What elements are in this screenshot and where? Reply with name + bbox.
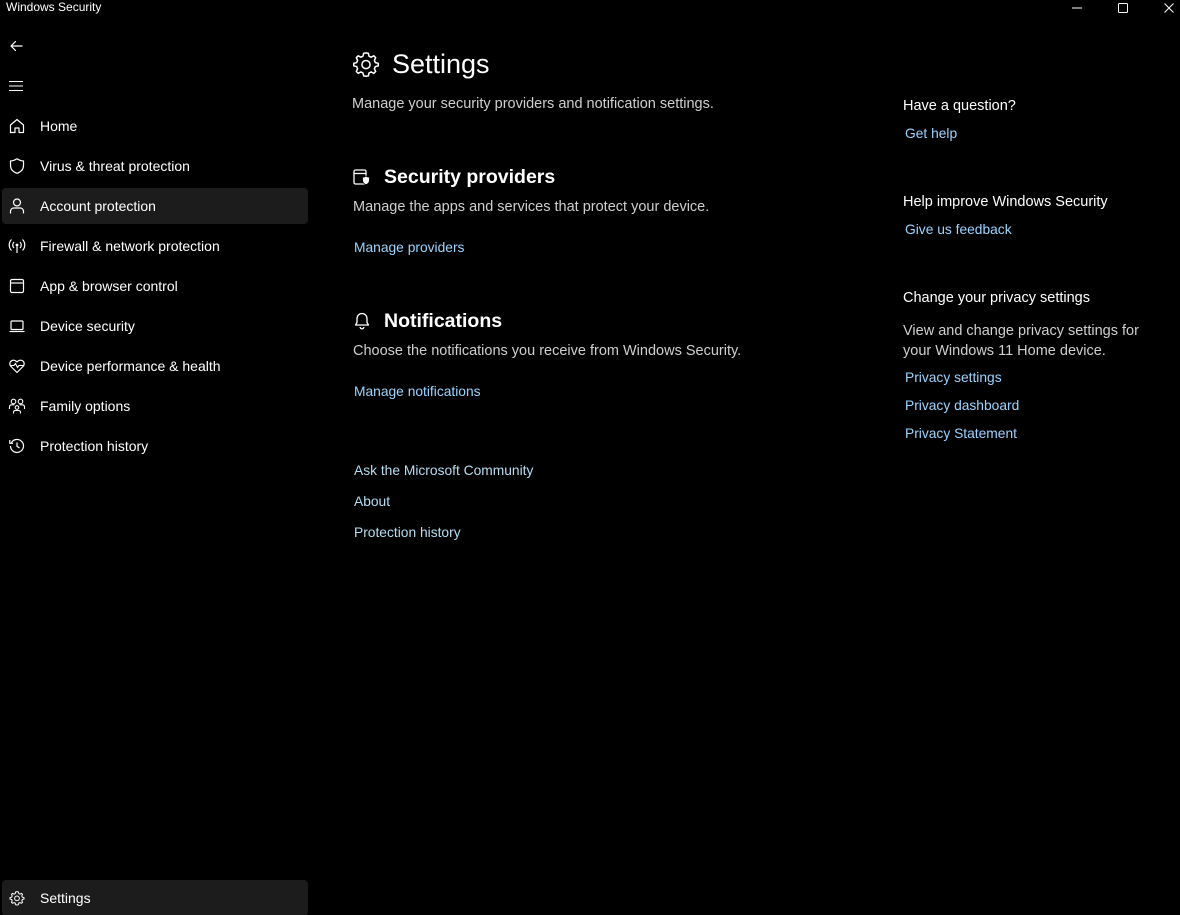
help-panel: Have a question? Get help Help improve W…: [900, 16, 1180, 915]
window-title: Windows Security: [6, 0, 102, 14]
sidebar-item-label: Virus & threat protection: [40, 158, 190, 174]
gear-icon: [352, 52, 380, 78]
sidebar-item-family-options[interactable]: Family options: [2, 388, 308, 424]
windows-security-app: Windows Security Home Virus & threat pro…: [0, 0, 1180, 915]
notifications-header: Notifications: [352, 308, 502, 334]
back-button[interactable]: [4, 34, 28, 58]
close-icon: [1164, 3, 1174, 13]
page-description: Manage your security providers and notif…: [352, 96, 714, 112]
give-feedback-link[interactable]: Give us feedback: [905, 222, 1012, 237]
privacy-heading: Change your privacy settings: [903, 290, 1090, 306]
sidebar-item-label: Protection history: [40, 438, 149, 454]
security-providers-icon: [353, 169, 370, 186]
sidebar-item-label: Firewall & network protection: [40, 238, 220, 254]
antenna-icon: [8, 237, 26, 255]
sidebar-item-firewall[interactable]: Firewall & network protection: [2, 228, 308, 264]
sidebar-item-account-protection[interactable]: Account protection: [2, 188, 308, 224]
privacy-settings-link[interactable]: Privacy settings: [905, 370, 1002, 385]
main-content: Settings Manage your security providers …: [340, 16, 880, 915]
minimize-button[interactable]: [1054, 0, 1100, 16]
privacy-statement-link[interactable]: Privacy Statement: [905, 426, 1017, 441]
sidebar-item-label: Device performance & health: [40, 358, 221, 374]
sidebar-item-label: Home: [40, 118, 78, 134]
family-icon: [8, 397, 26, 415]
manage-providers-link[interactable]: Manage providers: [354, 240, 464, 255]
bell-icon: [354, 312, 370, 330]
section-title: Security providers: [384, 166, 556, 188]
sidebar-item-settings[interactable]: Settings: [2, 880, 308, 915]
about-link[interactable]: About: [354, 494, 390, 509]
section-title: Notifications: [384, 310, 503, 332]
section-description: Choose the notifications you receive fro…: [353, 343, 742, 359]
heart-pulse-icon: [8, 357, 26, 375]
sidebar: Home Virus & threat protection Account p…: [0, 16, 310, 915]
improve-heading: Help improve Windows Security: [903, 194, 1108, 210]
sidebar-item-label: App & browser control: [40, 278, 178, 294]
sidebar-item-device-performance[interactable]: Device performance & health: [2, 348, 308, 384]
protection-history-link[interactable]: Protection history: [354, 525, 461, 540]
menu-button[interactable]: [4, 74, 28, 98]
history-icon: [8, 437, 26, 455]
privacy-dashboard-link[interactable]: Privacy dashboard: [905, 398, 1019, 413]
back-arrow-icon: [10, 40, 23, 52]
ask-community-link[interactable]: Ask the Microsoft Community: [354, 463, 533, 478]
manage-notifications-link[interactable]: Manage notifications: [354, 384, 481, 399]
section-description: Manage the apps and services that protec…: [353, 199, 710, 215]
security-providers-header: Security providers: [352, 164, 555, 190]
maximize-button[interactable]: [1100, 0, 1146, 16]
close-button[interactable]: [1146, 0, 1180, 16]
question-heading: Have a question?: [903, 98, 1016, 114]
person-icon: [8, 197, 26, 215]
gear-icon: [8, 889, 26, 907]
home-icon: [8, 117, 26, 135]
sidebar-item-label: Device security: [40, 318, 135, 334]
page-header: Settings: [352, 46, 490, 82]
sidebar-item-home[interactable]: Home: [2, 108, 308, 144]
hamburger-menu-icon: [9, 80, 23, 92]
get-help-link[interactable]: Get help: [905, 126, 957, 141]
sidebar-item-label: Family options: [40, 398, 131, 414]
shield-icon: [8, 157, 26, 175]
privacy-description: View and change privacy settings for you…: [903, 323, 1139, 359]
maximize-icon: [1118, 3, 1128, 13]
sidebar-item-label: Settings: [40, 890, 91, 906]
laptop-icon: [8, 317, 26, 335]
app-window-icon: [8, 277, 26, 295]
page-title: Settings: [392, 49, 490, 79]
sidebar-item-app-browser[interactable]: App & browser control: [2, 268, 308, 304]
sidebar-item-device-security[interactable]: Device security: [2, 308, 308, 344]
sidebar-item-label: Account protection: [40, 198, 156, 214]
minimize-icon: [1072, 7, 1082, 9]
sidebar-item-protection-history[interactable]: Protection history: [2, 428, 308, 464]
title-bar: Windows Security: [0, 0, 1180, 16]
sidebar-item-virus-threat[interactable]: Virus & threat protection: [2, 148, 308, 184]
